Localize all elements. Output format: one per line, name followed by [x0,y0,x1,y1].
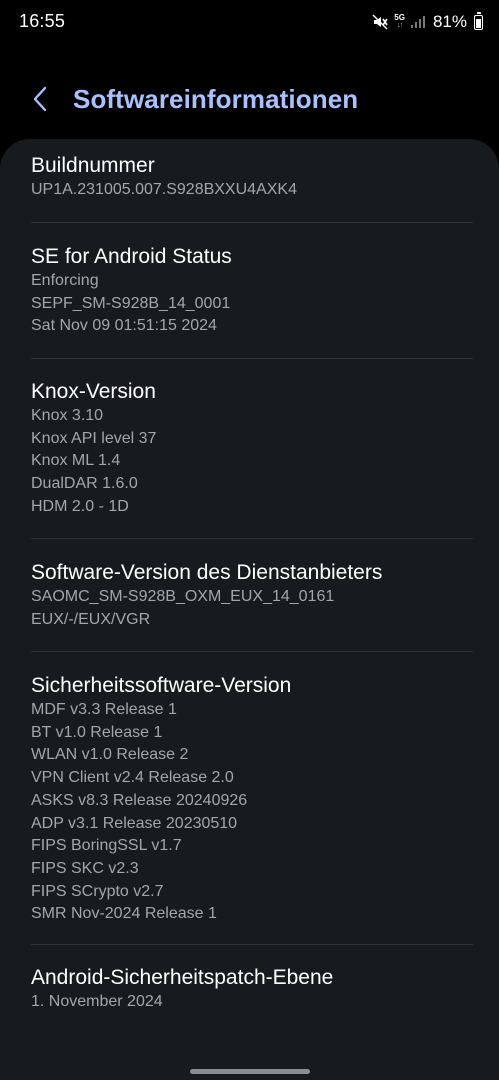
section-value: FIPS BoringSSL v1.7 [31,837,182,855]
section-title: Android-Sicherheitspatch-Ebene [31,966,334,989]
network-type-icon: 5G ↓↑ [394,13,405,30]
navigation-handle[interactable] [190,1069,310,1074]
section-build-number[interactable]: Buildnummer UP1A.231005.007.S928BXXU4AXK… [31,153,471,202]
section-value: UP1A.231005.007.S928BXXU4AXK4 [31,181,297,198]
section-value: MDF v3.3 Release 1 [31,701,177,718]
section-value: DualDAR 1.6.0 [31,475,138,493]
divider [31,222,473,223]
back-button[interactable] [24,82,58,116]
section-value: FIPS SCrypto v2.7 [31,882,164,900]
battery-percentage: 81% [432,12,467,31]
battery-icon [474,11,483,30]
status-time: 16:55 [19,11,66,31]
section-value: Enforcing [31,272,99,289]
section-value: BT v1.0 Release 1 [31,723,163,741]
section-value: EUX/-/EUX/VGR [31,610,151,628]
section-value: ASKS v8.3 Release 20240926 [31,791,248,809]
divider [31,538,473,539]
section-value: Knox 3.10 [31,407,104,424]
section-knox-version[interactable]: Knox-Version Knox 3.10 Knox API level 37… [31,379,471,519]
section-value: FIPS SKC v2.3 [31,859,139,877]
section-security-patch-level[interactable]: Android-Sicherheitspatch-Ebene 1. Novemb… [31,965,471,1014]
chevron-left-icon [33,86,47,112]
status-bar: 16:55 5G ↓↑ 81% [0,0,499,46]
page-title: Softwareinformationen [73,84,359,114]
status-icons: 5G ↓↑ 81% [372,10,483,34]
info-card: Buildnummer UP1A.231005.007.S928BXXU4AXK… [0,139,499,1080]
section-value: VPN Client v2.4 Release 2.0 [31,769,234,787]
section-value: Knox API level 37 [31,429,157,447]
section-title: Sicherheitssoftware-Version [31,674,292,697]
section-value: SAOMC_SM-S928B_OXM_EUX_14_0161 [31,588,335,605]
mute-icon [372,14,388,30]
screen: 16:55 5G ↓↑ 81% Softwareinformationen Bu… [0,0,499,1080]
section-value: Knox ML 1.4 [31,452,121,470]
section-value: Sat Nov 09 01:51:15 2024 [31,317,217,335]
divider [31,651,473,652]
header: Softwareinformationen [0,76,499,122]
divider [31,358,473,359]
section-title: Knox-Version [31,380,156,403]
section-title: Buildnummer [31,154,155,177]
section-provider-software-version[interactable]: Software-Version des Dienstanbieters SAO… [31,560,471,631]
network-label: 5G [394,13,405,22]
signal-icon [410,15,425,29]
section-value: SEPF_SM-S928B_14_0001 [31,294,231,312]
section-value: SMR Nov-2024 Release 1 [31,905,217,923]
section-title: SE for Android Status [31,245,232,268]
section-title: Software-Version des Dienstanbieters [31,561,383,584]
section-security-software-version[interactable]: Sicherheitssoftware-Version MDF v3.3 Rel… [31,673,471,926]
section-se-android-status[interactable]: SE for Android Status Enforcing SEPF_SM-… [31,244,471,338]
section-value: WLAN v1.0 Release 2 [31,746,189,764]
section-value: 1. November 2024 [31,993,163,1010]
divider [31,944,473,945]
section-value: HDM 2.0 - 1D [31,497,129,515]
section-value: ADP v3.1 Release 20230510 [31,814,238,832]
